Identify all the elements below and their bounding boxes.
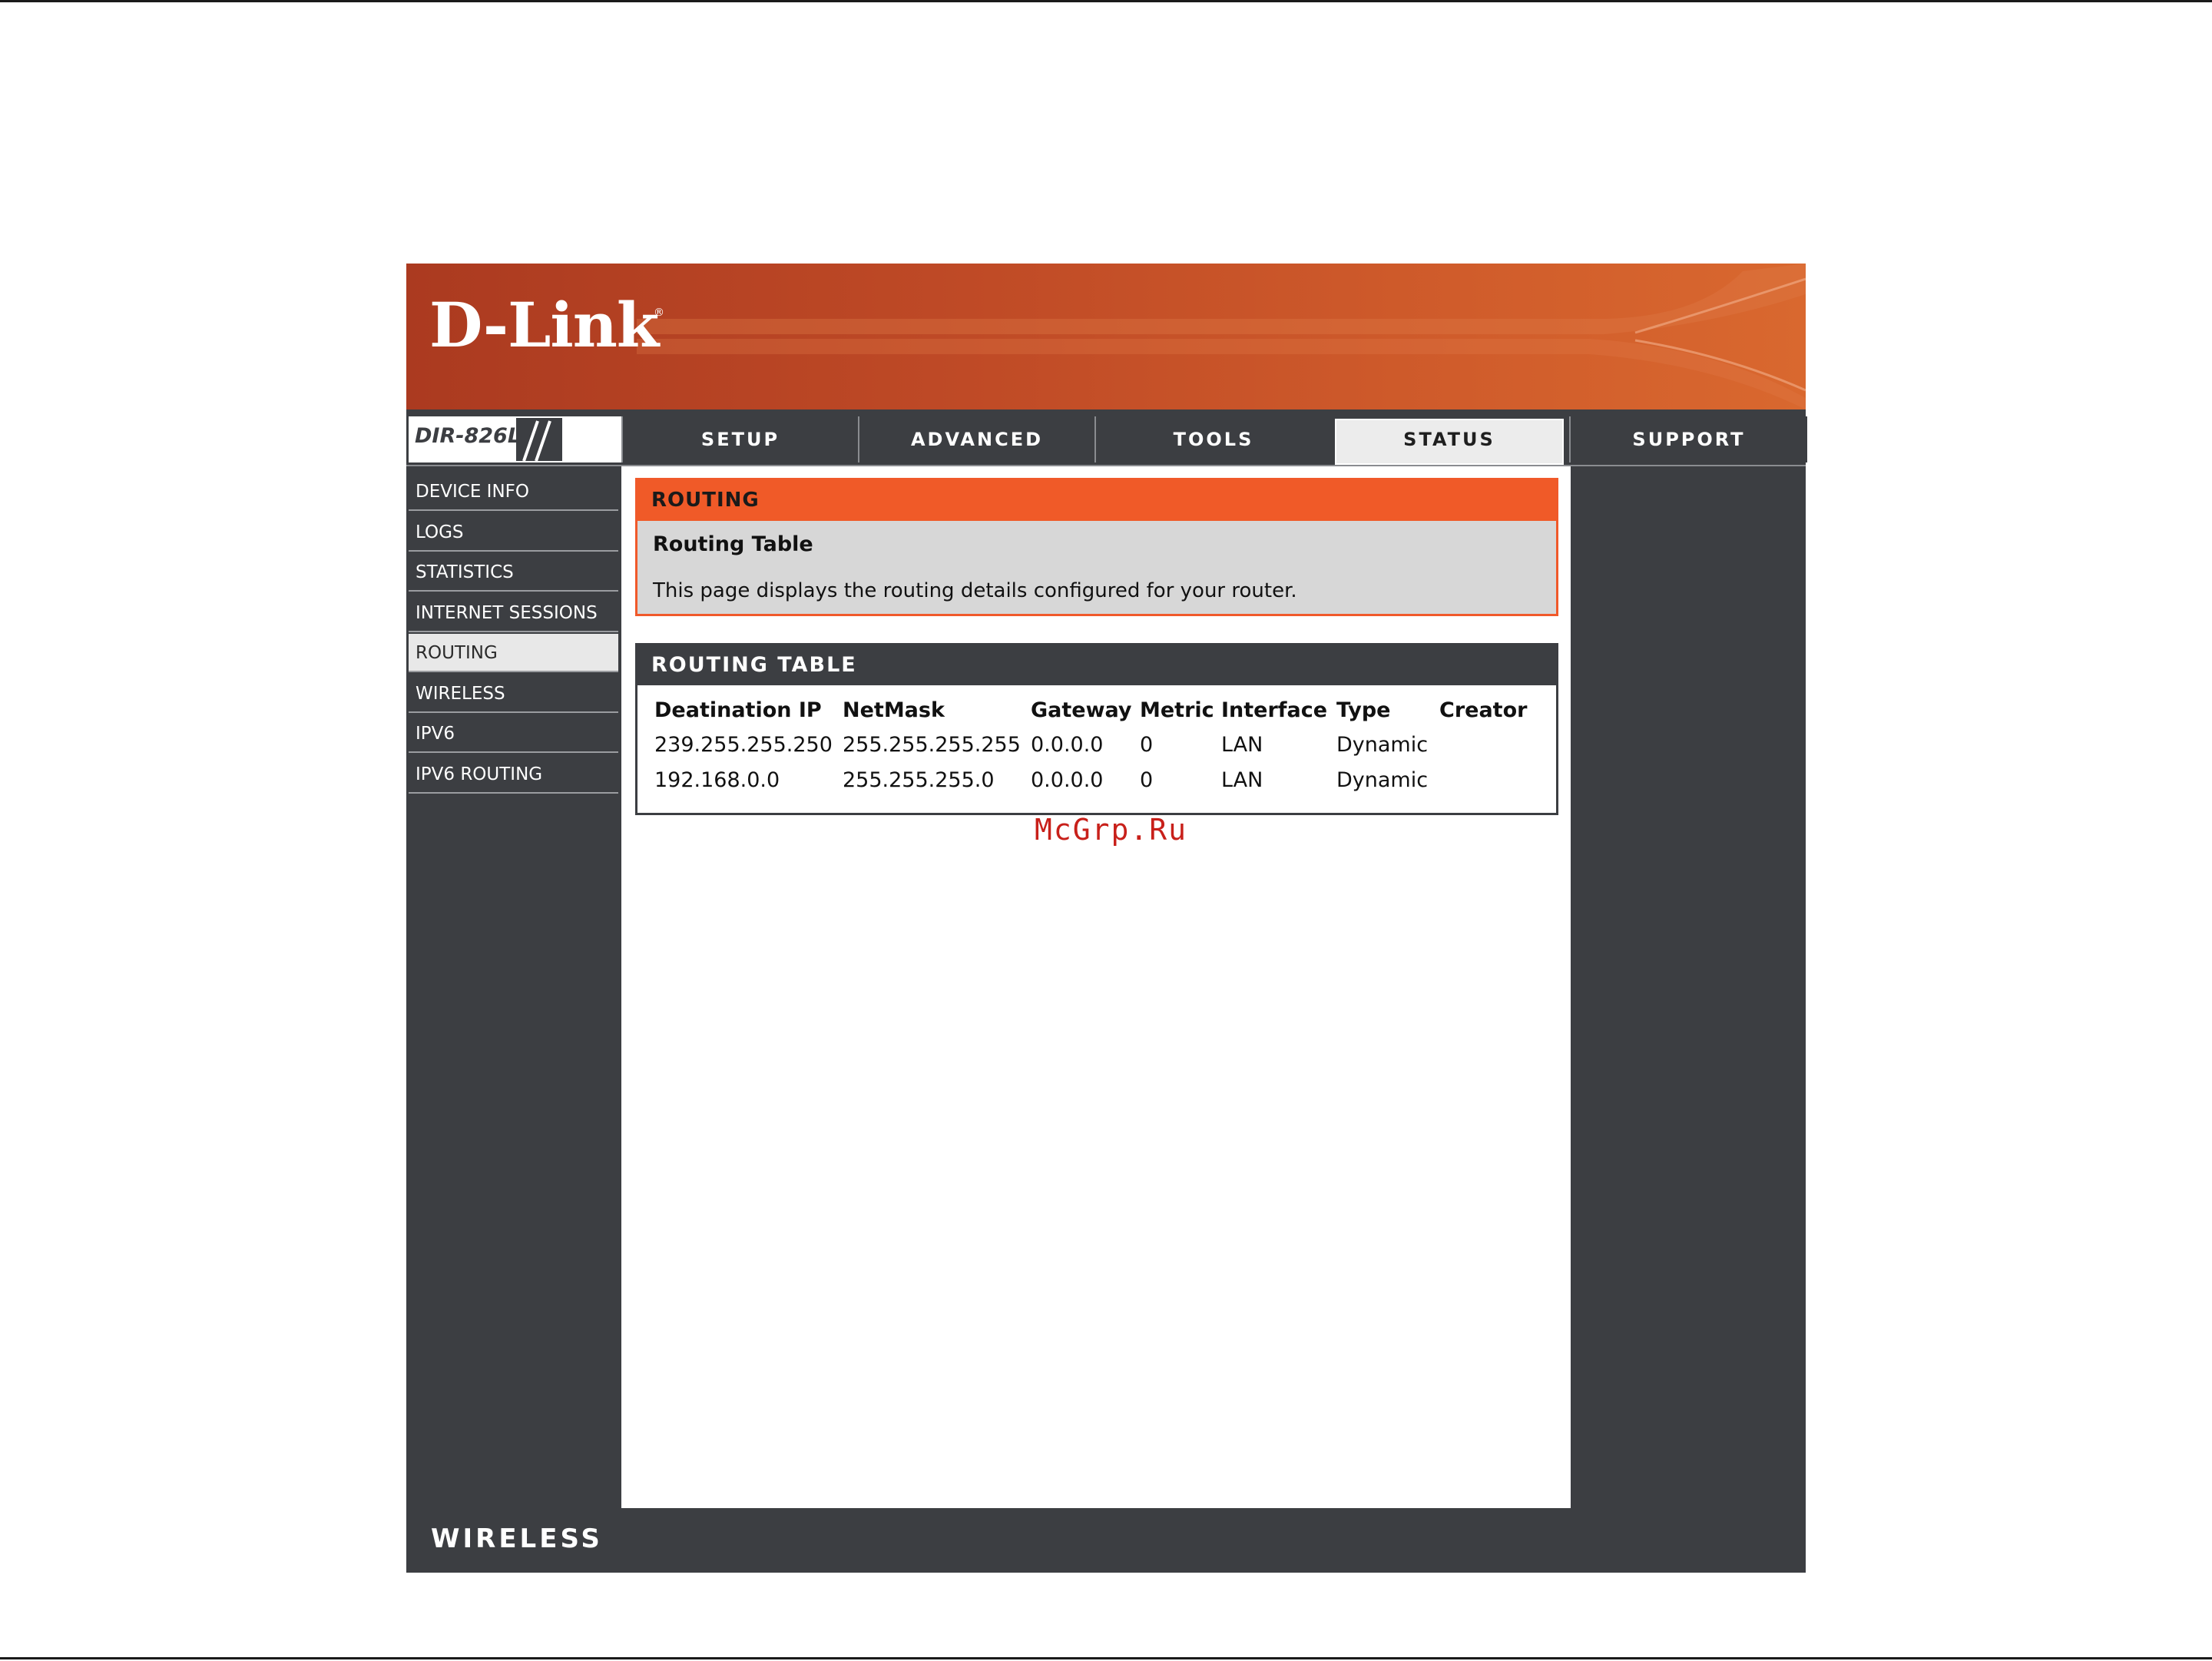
cell-interface: LAN [1221,768,1263,792]
col-gateway: Gateway [1031,698,1132,722]
router-admin-frame: D-Link ® DIR-826L SETUP ADVANCED TOOLS S… [406,264,1807,1573]
dlink-logo: D-Link [429,289,659,361]
section-description: This page displays the routing details c… [653,579,1297,602]
page-top-rule [0,0,2212,2]
table-row: 192.168.0.0 255.255.255.0 0.0.0.0 0 LAN … [654,762,1532,797]
cell-creator [1439,762,1532,797]
sidebar-item-ipv6[interactable]: IPV6 [409,714,618,753]
col-type: Type [1336,698,1391,722]
model-label: DIR-826L [415,424,522,448]
cell-metric: 0 [1140,732,1154,757]
cell-type: Dynamic [1336,732,1429,757]
sidebar-item-logs[interactable]: LOGS [409,513,618,552]
cell-netmask: 255.255.255.255 [843,732,1021,757]
cell-creator [1439,727,1532,762]
registered-mark: ® [654,307,664,319]
col-destination-ip: Deatination IP [654,698,822,722]
wireless-footer-logo: WIRELESS [431,1523,603,1554]
section-title: ROUTING [637,480,1556,521]
table-title: ROUTING TABLE [637,645,1556,685]
cell-gateway: 0.0.0.0 [1031,768,1104,792]
sidebar: DEVICE INFO LOGS STATISTICS INTERNET SES… [406,466,621,795]
col-netmask: NetMask [843,698,945,722]
sidebar-item-device-info[interactable]: DEVICE INFO [409,472,618,511]
routing-table: Deatination IP NetMask Gateway Metric In… [654,693,1532,797]
sidebar-item-routing[interactable]: ROUTING [409,634,618,672]
cell-destination-ip: 192.168.0.0 [654,768,780,792]
header-banner: D-Link ® [406,264,1806,409]
sidebar-item-wireless[interactable]: WIRELESS [409,675,618,713]
top-nav: DIR-826L SETUP ADVANCED TOOLS STATUS SUP… [406,414,1807,467]
sidebar-item-ipv6-routing[interactable]: IPV6 ROUTING [409,755,618,794]
cell-gateway: 0.0.0.0 [1031,732,1104,757]
cell-destination-ip: 239.255.255.250 [654,732,833,757]
right-column [1571,466,1806,1508]
main-content: ROUTING Routing Table This page displays… [621,466,1571,1508]
page-bottom-rule [0,1657,2212,1659]
col-interface: Interface [1221,698,1328,722]
tab-advanced[interactable]: ADVANCED [858,416,1094,462]
col-creator: Creator [1439,698,1528,722]
sidebar-item-internet-sessions[interactable]: INTERNET SESSIONS [409,594,618,632]
tab-tools[interactable]: TOOLS [1094,416,1331,462]
col-metric: Metric [1140,698,1214,722]
tab-setup[interactable]: SETUP [621,416,858,462]
routing-info-box: ROUTING Routing Table This page displays… [635,478,1558,616]
sidebar-item-statistics[interactable]: STATISTICS [409,553,618,592]
section-subtitle: Routing Table [653,532,813,556]
routing-table-box: ROUTING TABLE Deatination IP NetMask Gat… [635,643,1558,815]
table-row: 239.255.255.250 255.255.255.255 0.0.0.0 … [654,727,1532,762]
slash-decoration-icon [516,418,562,461]
cell-metric: 0 [1140,768,1154,792]
tab-support[interactable]: SUPPORT [1569,416,1807,462]
cell-type: Dynamic [1336,768,1429,792]
watermark: McGrp.Ru [1035,813,1188,847]
tab-status[interactable]: STATUS [1333,416,1566,467]
cell-interface: LAN [1221,732,1263,757]
cell-netmask: 255.255.255.0 [843,768,995,792]
model-badge: DIR-826L [409,416,625,462]
table-header-row: Deatination IP NetMask Gateway Metric In… [654,693,1532,727]
